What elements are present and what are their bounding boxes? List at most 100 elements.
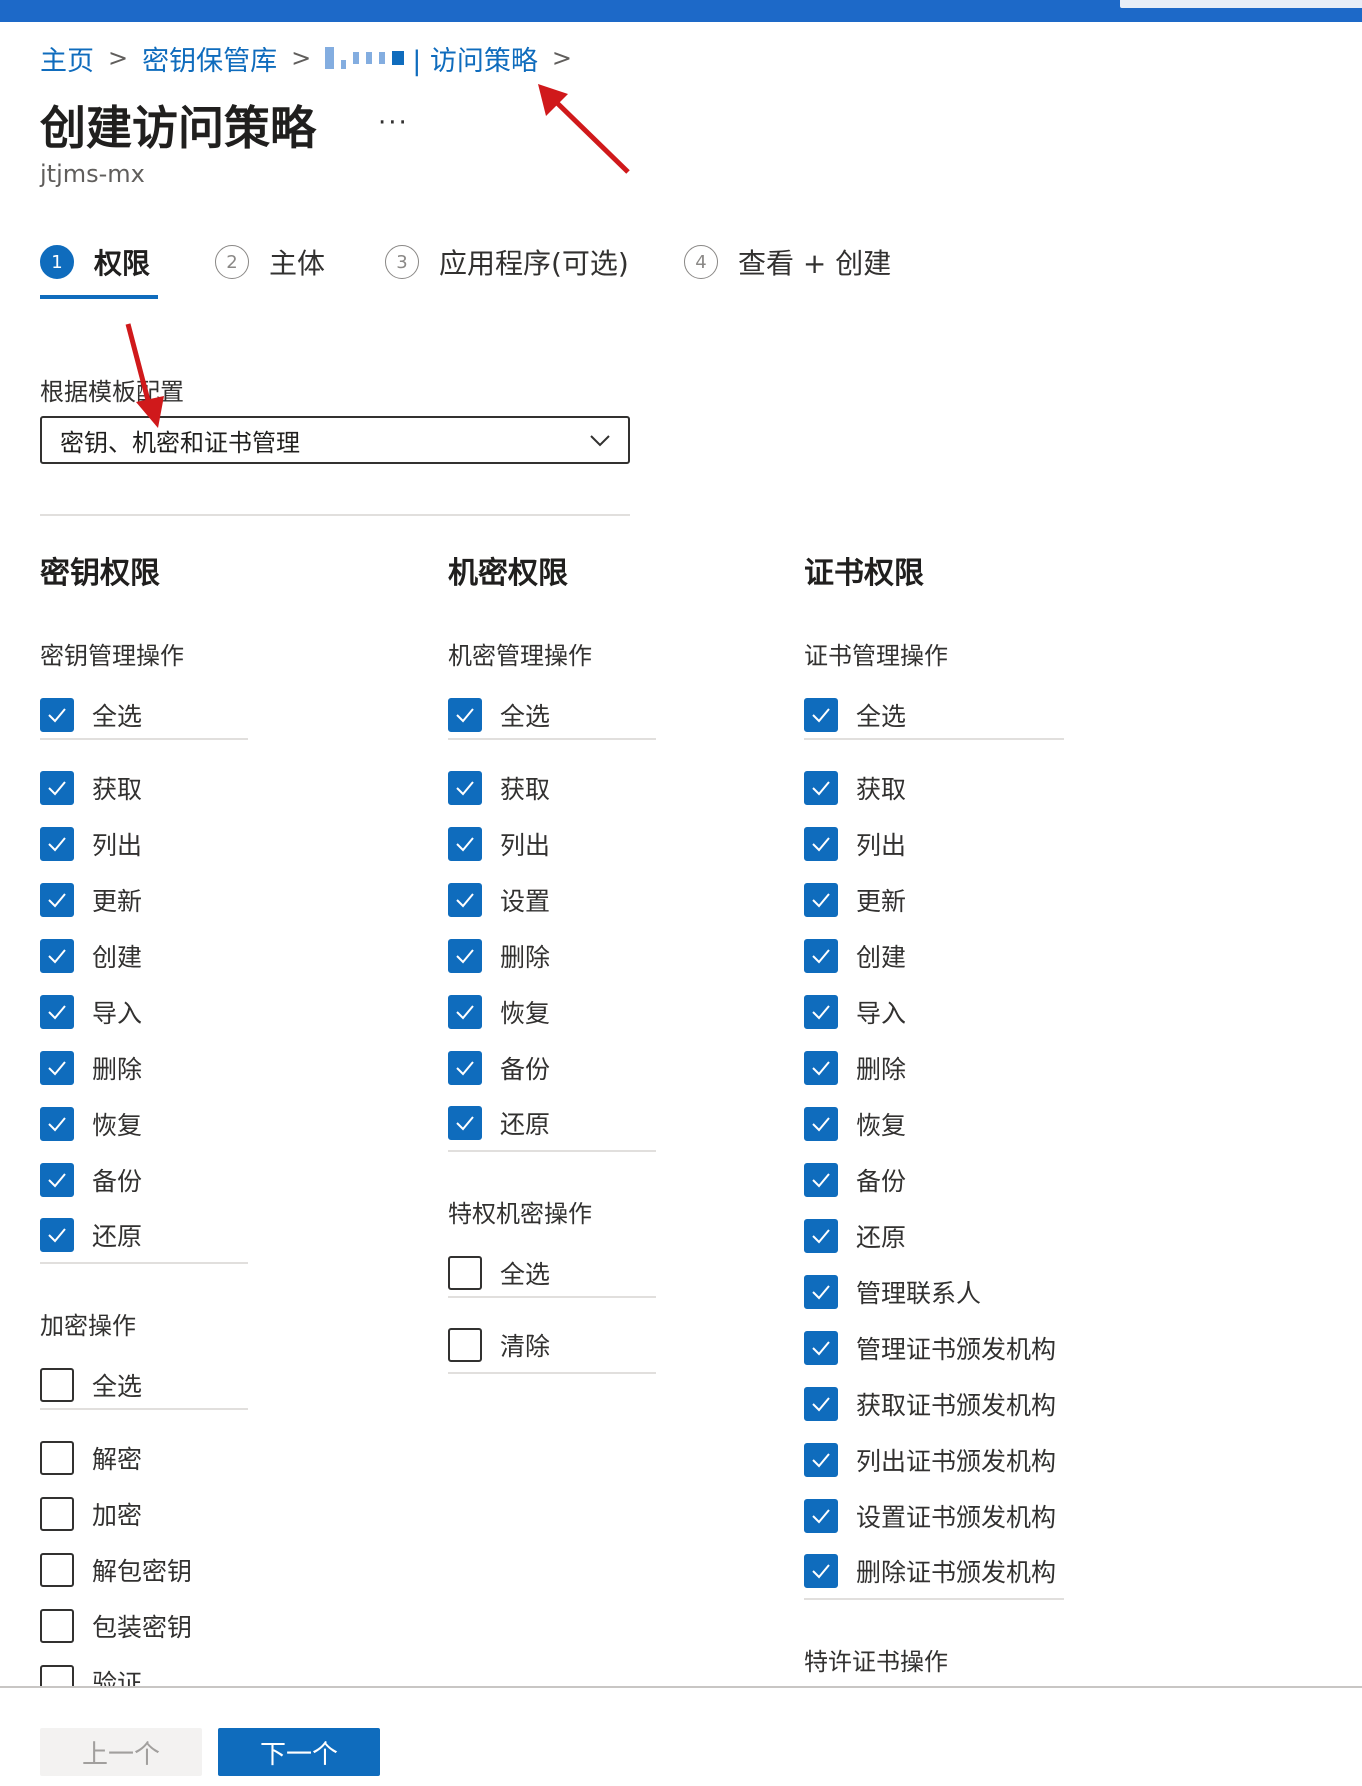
breadcrumb-home[interactable]: 主页 — [40, 39, 94, 78]
permission-checkbox[interactable]: 恢复 — [804, 1096, 1064, 1152]
checkbox-checked[interactable] — [40, 1051, 74, 1085]
select-all-checkbox[interactable]: 全选 — [448, 692, 656, 740]
checkbox-checked[interactable] — [448, 939, 482, 973]
permission-checkbox[interactable]: 恢复 — [40, 1096, 248, 1152]
permission-checkbox[interactable]: 列出 — [40, 816, 248, 872]
checkmark-icon — [456, 1116, 474, 1131]
checkbox-checked[interactable] — [804, 827, 838, 861]
permission-checkbox[interactable]: 管理联系人 — [804, 1264, 1064, 1320]
permission-checkbox[interactable]: 删除 — [448, 928, 656, 984]
permission-checkbox[interactable]: 恢复 — [448, 984, 656, 1040]
template-dropdown[interactable]: 密钥、机密和证书管理 — [40, 416, 630, 464]
checkbox-checked[interactable] — [448, 883, 482, 917]
permission-checkbox[interactable]: 删除证书颁发机构 — [804, 1544, 1064, 1600]
permission-checkbox[interactable]: 备份 — [40, 1152, 248, 1208]
permission-checkbox[interactable]: 获取证书颁发机构 — [804, 1376, 1064, 1432]
permission-checkbox[interactable]: 管理证书颁发机构 — [804, 1320, 1064, 1376]
permission-checkbox[interactable]: 解密 — [40, 1430, 248, 1486]
checkbox-unchecked[interactable] — [448, 1256, 482, 1290]
permission-checkbox[interactable]: 解包密钥 — [40, 1542, 248, 1598]
next-button[interactable]: 下一个 — [218, 1728, 380, 1776]
permission-checkbox[interactable]: 创建 — [40, 928, 248, 984]
checkbox-checked[interactable] — [40, 883, 74, 917]
checkbox-unchecked[interactable] — [40, 1609, 74, 1643]
permission-checkbox[interactable]: 删除 — [804, 1040, 1064, 1096]
checkbox-checked[interactable] — [804, 939, 838, 973]
checkbox-checked[interactable] — [804, 1163, 838, 1197]
permission-checkbox[interactable]: 设置证书颁发机构 — [804, 1488, 1064, 1544]
checkbox-unchecked[interactable] — [40, 1553, 74, 1587]
checkbox-unchecked[interactable] — [448, 1328, 482, 1362]
permission-checkbox[interactable]: 获取 — [448, 760, 656, 816]
checkbox-checked[interactable] — [40, 1107, 74, 1141]
checkbox-checked[interactable] — [804, 1554, 838, 1588]
checkbox-unchecked[interactable] — [40, 1497, 74, 1531]
top-bar-search-area[interactable] — [1120, 0, 1362, 8]
checkbox-label: 加密 — [92, 1501, 143, 1530]
checkbox-checked[interactable] — [448, 827, 482, 861]
permission-checkbox[interactable]: 更新 — [40, 872, 248, 928]
checkbox-checked[interactable] — [448, 698, 482, 732]
checkbox-checked[interactable] — [448, 771, 482, 805]
checkbox-checked[interactable] — [40, 995, 74, 1029]
checkbox-checked[interactable] — [804, 995, 838, 1029]
breadcrumb-redacted-vault-name[interactable] — [325, 47, 405, 69]
permission-checkbox[interactable]: 还原 — [40, 1208, 248, 1264]
checkbox-unchecked[interactable] — [40, 1368, 74, 1402]
breadcrumb-access-policies[interactable]: | 访问策略 — [412, 39, 538, 78]
checkbox-checked[interactable] — [40, 698, 74, 732]
template-dropdown-value: 密钥、机密和证书管理 — [60, 428, 300, 457]
checkbox-checked[interactable] — [40, 827, 74, 861]
permission-checkbox[interactable]: 还原 — [448, 1096, 656, 1152]
checkbox-unchecked[interactable] — [40, 1441, 74, 1475]
checkbox-checked[interactable] — [804, 1051, 838, 1085]
tab-principal[interactable]: 2 主体 — [215, 240, 325, 284]
previous-button[interactable]: 上一个 — [40, 1728, 202, 1776]
permission-checkbox[interactable]: 清除 — [448, 1318, 656, 1374]
permission-checkbox[interactable]: 更新 — [804, 872, 1064, 928]
select-all-checkbox[interactable]: 全选 — [40, 692, 248, 740]
permission-checkbox[interactable]: 删除 — [40, 1040, 248, 1096]
permission-checkbox[interactable]: 获取 — [804, 760, 1064, 816]
checkbox-checked[interactable] — [40, 1163, 74, 1197]
permission-checkbox[interactable]: 列出证书颁发机构 — [804, 1432, 1064, 1488]
checkmark-icon — [456, 781, 474, 796]
select-all-checkbox[interactable]: 全选 — [40, 1362, 248, 1410]
tab-review-create[interactable]: 4 查看 + 创建 — [684, 240, 891, 284]
checkbox-checked[interactable] — [804, 1387, 838, 1421]
checkbox-checked[interactable] — [40, 939, 74, 973]
checkbox-checked[interactable] — [804, 771, 838, 805]
permission-checkbox[interactable]: 获取 — [40, 760, 248, 816]
permission-checkbox[interactable]: 包装密钥 — [40, 1598, 248, 1654]
checkbox-checked[interactable] — [448, 1051, 482, 1085]
permission-checkbox[interactable]: 加密 — [40, 1486, 248, 1542]
checkbox-checked[interactable] — [804, 1331, 838, 1365]
checkbox-checked[interactable] — [448, 1106, 482, 1140]
checkbox-checked[interactable] — [40, 771, 74, 805]
tab-permissions[interactable]: 1 权限 — [40, 240, 150, 284]
checkbox-checked[interactable] — [804, 698, 838, 732]
checkbox-label: 更新 — [92, 887, 143, 916]
breadcrumb-key-vaults[interactable]: 密钥保管库 — [142, 39, 277, 78]
permission-checkbox[interactable]: 列出 — [804, 816, 1064, 872]
permission-checkbox[interactable]: 创建 — [804, 928, 1064, 984]
select-all-checkbox[interactable]: 全选 — [448, 1250, 656, 1298]
permission-checkbox[interactable]: 备份 — [448, 1040, 656, 1096]
select-all-checkbox[interactable]: 全选 — [804, 692, 1064, 740]
checkbox-checked[interactable] — [804, 1499, 838, 1533]
checkbox-checked[interactable] — [40, 1218, 74, 1252]
permission-checkbox[interactable]: 导入 — [40, 984, 248, 1040]
permission-checkbox[interactable]: 列出 — [448, 816, 656, 872]
checkbox-checked[interactable] — [804, 1443, 838, 1477]
permission-checkbox[interactable]: 备份 — [804, 1152, 1064, 1208]
checkbox-checked[interactable] — [804, 883, 838, 917]
more-options-button[interactable]: ··· — [378, 108, 409, 138]
tab-application-optional[interactable]: 3 应用程序(可选) — [385, 240, 629, 284]
checkbox-checked[interactable] — [804, 1219, 838, 1253]
checkbox-checked[interactable] — [448, 995, 482, 1029]
permission-checkbox[interactable]: 还原 — [804, 1208, 1064, 1264]
checkbox-checked[interactable] — [804, 1107, 838, 1141]
permission-checkbox[interactable]: 导入 — [804, 984, 1064, 1040]
checkbox-checked[interactable] — [804, 1275, 838, 1309]
permission-checkbox[interactable]: 设置 — [448, 872, 656, 928]
